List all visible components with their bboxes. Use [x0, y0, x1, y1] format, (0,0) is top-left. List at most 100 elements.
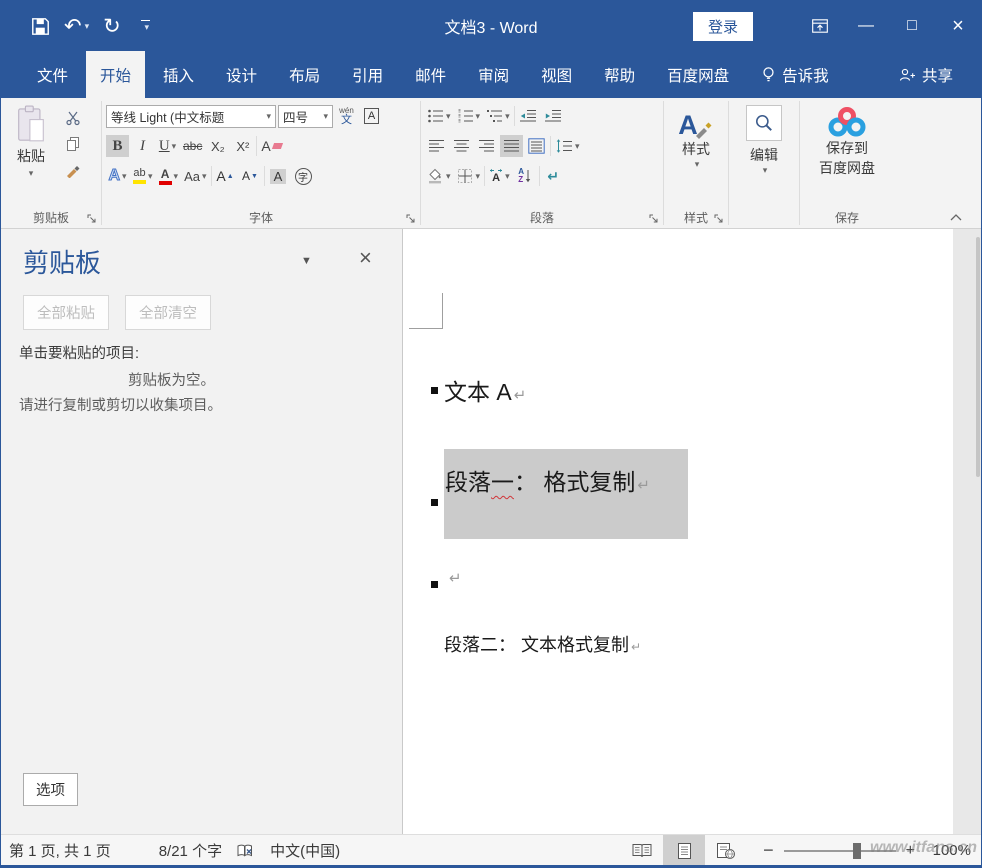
vertical-scrollbar[interactable] [976, 237, 980, 477]
show-hide-marks-button[interactable]: ↵ [542, 165, 565, 187]
character-border-button[interactable]: A [360, 105, 383, 127]
tab-baidu-netdisk[interactable]: 百度网盘 [653, 51, 743, 98]
tab-mailings[interactable]: 邮件 [401, 51, 460, 98]
close-button[interactable]: × [935, 1, 981, 51]
titlebar-controls: 登录 — □ × [693, 1, 981, 51]
multilevel-list-button[interactable]: ▾ [484, 105, 512, 127]
subscript-button[interactable]: X₂ [206, 135, 229, 157]
enclose-characters-button[interactable]: 字 [292, 165, 315, 187]
increase-indent-button[interactable] [542, 105, 565, 127]
font-size-combo[interactable]: 四号 ▾ [278, 105, 333, 128]
paragraph-two[interactable]: 段落二： 文本格式复制↵ [444, 631, 641, 657]
grow-font-button[interactable]: A ▲ [214, 165, 237, 187]
tab-references[interactable]: 引用 [338, 51, 397, 98]
bullets-button[interactable]: ▾ [425, 105, 453, 127]
pane-close-icon[interactable]: × [359, 245, 372, 271]
paragraph-mark-icon: ↵ [631, 640, 641, 654]
tab-file[interactable]: 文件 [23, 51, 82, 98]
tab-home[interactable]: 开始 [86, 51, 145, 98]
borders-button[interactable]: ▾ [455, 165, 483, 187]
strikethrough-button[interactable]: abc [181, 135, 204, 157]
styles-button[interactable]: A 样式 ▾ [668, 101, 724, 170]
align-center-button[interactable] [450, 135, 473, 157]
maximize-button[interactable]: □ [889, 1, 935, 51]
document-page[interactable]: 文本 A↵ 段落一： 格式复制↵ ↵ 段落二： 文本格式复制↵ [403, 229, 953, 834]
tab-insert[interactable]: 插入 [149, 51, 208, 98]
shading-button[interactable]: ▾ [425, 165, 453, 187]
zoom-percentage[interactable]: 100% [915, 842, 971, 859]
highlight-color-button[interactable]: ab ▾ [131, 165, 155, 187]
tell-me-box[interactable]: 告诉我 [747, 51, 843, 98]
paragraph-text-a[interactable]: 文本 A↵ [444, 373, 526, 407]
word-count-status[interactable]: 8/21 个字 [159, 840, 222, 861]
font-dialog-launcher[interactable] [405, 213, 416, 224]
zoom-slider[interactable] [784, 850, 896, 852]
tab-layout[interactable]: 布局 [275, 51, 334, 98]
font-name-value: 等线 Light (中文标题 [111, 107, 224, 126]
undo-button[interactable]: ↶ ▾ [64, 16, 89, 37]
zoom-out-button[interactable]: − [763, 840, 774, 861]
styles-dropdown-icon: ▾ [695, 159, 700, 170]
justify-button[interactable] [500, 135, 523, 157]
sort-button[interactable]: A Z [514, 165, 537, 187]
customize-quick-access-button[interactable]: ▾ [141, 20, 150, 33]
save-to-baidu-button[interactable]: 保存到 百度网盘 [804, 101, 890, 178]
bold-button[interactable]: B [106, 135, 129, 157]
zoom-slider-thumb[interactable] [853, 843, 861, 859]
format-painter-button[interactable] [61, 159, 84, 181]
styles-dialog-launcher[interactable] [713, 213, 724, 224]
align-right-button[interactable] [475, 135, 498, 157]
superscript-button[interactable]: X² [231, 135, 254, 157]
underline-button[interactable]: U ▾ [156, 135, 179, 157]
share-button[interactable]: 共享 [884, 51, 967, 98]
undo-dropdown-icon[interactable]: ▾ [85, 21, 90, 32]
font-name-combo[interactable]: 等线 Light (中文标题 ▾ [106, 105, 276, 128]
collapse-ribbon-button[interactable] [949, 213, 963, 222]
minimize-button[interactable]: — [843, 1, 889, 51]
sign-in-button[interactable]: 登录 [693, 12, 753, 41]
align-left-button[interactable] [425, 135, 448, 157]
zoom-in-button[interactable]: + [906, 842, 915, 860]
change-case-button[interactable]: Aa ▾ [182, 165, 208, 187]
shrink-font-button[interactable]: A ▼ [239, 165, 262, 187]
selected-paragraph-one[interactable]: 段落一： 格式复制↵ [444, 449, 688, 539]
paragraph-dialog-launcher[interactable] [648, 213, 659, 224]
copy-button[interactable] [61, 133, 84, 155]
decrease-indent-button[interactable] [517, 105, 540, 127]
tab-design[interactable]: 设计 [212, 51, 271, 98]
phonetic-guide-button[interactable]: wén 文 [335, 105, 358, 127]
web-layout-button[interactable] [705, 835, 747, 866]
numbering-button[interactable]: ▾ [455, 105, 483, 127]
ribbon-display-options-button[interactable] [797, 1, 843, 51]
pane-dropdown-icon[interactable]: ▼ [301, 255, 312, 267]
paste-all-button[interactable]: 全部粘贴 [23, 295, 109, 330]
group-editing: 编辑 ▾ [729, 98, 799, 228]
main-area: 剪贴板 ▼ × 全部粘贴 全部清空 单击要粘贴的项目: 剪贴板为空。 请进行复制… [1, 229, 981, 834]
tab-view[interactable]: 视图 [527, 51, 586, 98]
paste-dropdown-icon[interactable]: ▾ [29, 168, 34, 179]
highlight-icon: ab [133, 168, 146, 184]
italic-button[interactable]: I [131, 135, 154, 157]
redo-button[interactable]: ↻ [103, 16, 121, 37]
font-color-button[interactable]: A ▾ [157, 165, 181, 187]
tab-review[interactable]: 审阅 [464, 51, 523, 98]
editing-button[interactable]: 编辑 ▾ [733, 101, 795, 176]
clipboard-dialog-launcher[interactable] [86, 213, 97, 224]
read-mode-button[interactable] [621, 835, 663, 866]
proofing-errors-icon[interactable] [236, 843, 254, 859]
line-spacing-button[interactable]: ▾ [553, 135, 582, 157]
page-number-status[interactable]: 第 1 页, 共 1 页 [9, 840, 111, 861]
tab-help[interactable]: 帮助 [590, 51, 649, 98]
text-effects-button[interactable]: A ▾ [106, 165, 129, 187]
clear-formatting-button[interactable]: A [259, 135, 283, 157]
character-shading-button[interactable]: A [267, 165, 290, 187]
asian-layout-button[interactable]: A ▾ [487, 165, 512, 187]
options-button[interactable]: 选项 [23, 773, 78, 806]
language-status[interactable]: 中文(中国) [270, 840, 340, 861]
paste-button[interactable]: 粘贴 ▾ [5, 101, 57, 206]
print-layout-button[interactable] [663, 835, 705, 866]
cut-button[interactable] [61, 107, 84, 129]
distribute-button[interactable] [525, 135, 548, 157]
clear-all-button[interactable]: 全部清空 [125, 295, 211, 330]
save-icon[interactable] [31, 17, 50, 36]
